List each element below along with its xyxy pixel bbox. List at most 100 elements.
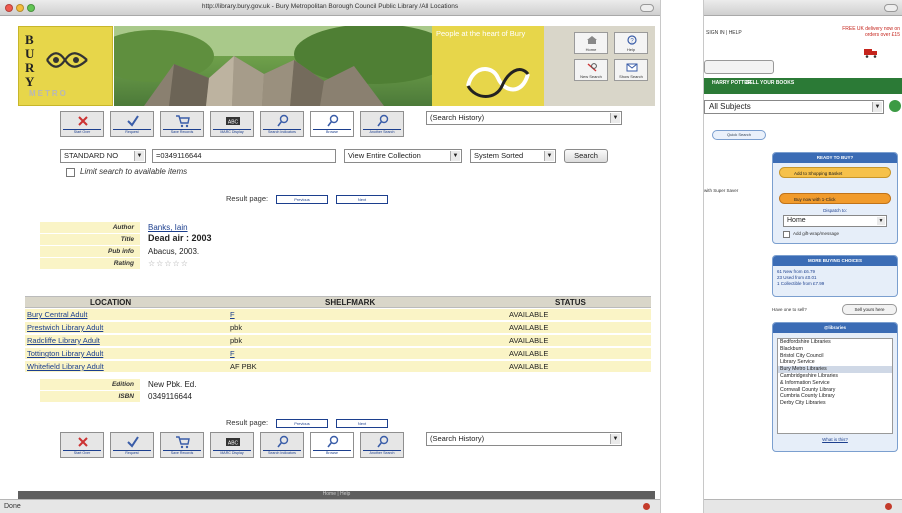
sort-select[interactable]: System Sorted ▼	[470, 149, 556, 163]
another-search-button[interactable]: Another Search	[360, 111, 404, 137]
magnifier-icon	[277, 114, 289, 127]
title-bar: http://library.bury.gov.uk - Bury Metrop…	[0, 0, 660, 16]
shelfmark-text: pbk	[230, 336, 243, 345]
toolbar-toggle-button[interactable]	[640, 4, 654, 12]
gift-wrap-checkbox[interactable]	[783, 231, 790, 238]
search-indicators-button[interactable]: Search Indicators	[260, 111, 304, 137]
collection-select[interactable]: View Entire Collection ▼	[344, 149, 462, 163]
record-title: Dead air : 2003	[148, 233, 212, 243]
author-link[interactable]: Banks, Iain	[148, 222, 188, 233]
email-icon	[626, 63, 638, 72]
list-item[interactable]: Bedfordshire Libraries	[778, 339, 892, 346]
home-button[interactable]: Home	[574, 32, 608, 54]
buy-now-button[interactable]: Buy now with 1-Click	[779, 193, 891, 204]
another-search-button-bottom[interactable]: Another Search	[360, 432, 404, 458]
list-item[interactable]: Library Service	[778, 359, 892, 366]
save-records-button-bottom[interactable]: Save Records	[160, 432, 204, 458]
request-button-bottom[interactable]: Request	[110, 432, 154, 458]
another-search-icon	[377, 435, 389, 448]
list-item[interactable]: Bristol City Council	[778, 353, 892, 360]
location-link[interactable]: Radcliffe Library Adult	[27, 336, 100, 345]
list-item[interactable]: Cumbria County Library	[778, 393, 892, 400]
shelfmark-link[interactable]: F	[230, 349, 235, 358]
category-bar: HARRY POTTER SELL YOUR BOOKS	[704, 78, 902, 94]
quick-search-button[interactable]: Quick Search	[712, 130, 766, 140]
browser-window-bookshop: SIGN IN | HELP FREE UK delivery now on o…	[703, 0, 902, 513]
shop-tab-strip[interactable]	[704, 60, 774, 74]
quick-nav-panel: Home ? Help New Search Show Search	[544, 26, 655, 106]
bury-logo[interactable]: B U R Y METRO	[18, 26, 113, 106]
start-over-icon	[78, 116, 88, 126]
limit-available-checkbox[interactable]	[66, 168, 75, 177]
help-icon: ?	[627, 35, 637, 45]
toolbar-toggle-button[interactable]	[884, 4, 898, 12]
browse-icon	[327, 435, 339, 448]
start-over-button-bottom[interactable]: Start Over	[60, 432, 104, 458]
add-to-basket-button[interactable]: Add to Shopping Basket	[779, 167, 891, 178]
shelfmark-text: pbk	[230, 323, 243, 332]
location-link[interactable]: Bury Central Adult	[27, 310, 87, 319]
search-input[interactable]: =0349116644	[152, 149, 336, 163]
sell-prompt-text: Have one to sell?	[772, 307, 807, 312]
slogan-text: People at the heart of Bury	[436, 29, 526, 38]
location-link[interactable]: Whitefield Library Adult	[27, 362, 104, 371]
footer-links[interactable]: Home | Help	[18, 491, 655, 497]
search-field-select[interactable]: STANDARD NO ▼	[60, 149, 146, 163]
libraries-panel: @libraries Bedfordshire Libraries Blackb…	[772, 322, 898, 452]
chevron-down-icon: ▼	[877, 217, 885, 225]
sculpture-image	[114, 26, 432, 106]
browser-window-library: http://library.bury.gov.uk - Bury Metrop…	[0, 0, 661, 513]
footer-bar: Home | Help	[18, 491, 655, 499]
request-button[interactable]: Request	[110, 111, 154, 137]
marc-display-button[interactable]: ABC MARC Display	[210, 111, 254, 137]
list-item[interactable]: & Information Service	[778, 380, 892, 387]
list-item[interactable]: Cornwall County Library	[778, 387, 892, 394]
marc-display-button-bottom[interactable]: ABC MARC Display	[210, 432, 254, 458]
gift-wrap-label: Add gift-wrap/message	[793, 231, 840, 236]
list-item-selected[interactable]: Bury Metro Libraries	[778, 366, 892, 373]
search-indicators-button-bottom[interactable]: Search Indicators	[260, 432, 304, 458]
tab-sell-books[interactable]: SELL YOUR BOOKS	[746, 80, 794, 86]
free-delivery-text: FREE UK delivery now on orders over £15	[842, 26, 900, 38]
list-item[interactable]: Cambridgeshire Libraries	[778, 373, 892, 380]
location-link[interactable]: Prestwich Library Adult	[27, 323, 103, 332]
show-search-button[interactable]: Show Search	[614, 59, 648, 81]
browse-button[interactable]: Browse	[310, 111, 354, 137]
edition-value: New Pbk. Ed.	[148, 380, 197, 389]
go-button[interactable]	[889, 100, 901, 112]
delivery-truck-icon	[864, 49, 877, 58]
title-label: Title	[40, 234, 140, 245]
list-item[interactable]: Derby City Libraries	[778, 400, 892, 407]
help-button[interactable]: ? Help	[614, 32, 648, 54]
sell-yours-button[interactable]: Sell yours here	[842, 304, 897, 315]
rating-stars[interactable]: ☆☆☆☆☆	[148, 258, 189, 269]
more-buying-heading: MORE BUYING CHOICES	[773, 256, 897, 266]
table-row: Prestwich Library Adult pbk AVAILABLE	[25, 322, 651, 334]
previous-page-button[interactable]: Previous	[276, 195, 328, 204]
browse-button-bottom[interactable]: Browse	[310, 432, 354, 458]
marc-icon: ABC	[226, 117, 240, 126]
choice-collectible-link[interactable]: 1 Collectible from £7.99	[777, 281, 824, 287]
next-page-button-bottom[interactable]: Next	[336, 419, 388, 428]
new-search-button[interactable]: New Search	[574, 59, 608, 81]
subject-select[interactable]: All Subjects ▼	[704, 100, 884, 114]
status-bar: Done	[0, 499, 660, 513]
save-records-button[interactable]: Save Records	[160, 111, 204, 137]
shelfmark-link[interactable]: F	[230, 310, 235, 319]
previous-page-button-bottom[interactable]: Previous	[276, 419, 328, 428]
search-history-select[interactable]: (Search History) ▼	[426, 111, 622, 125]
libraries-listbox[interactable]: Bedfordshire Libraries Blackburn Bristol…	[777, 338, 893, 434]
search-history-select-bottom[interactable]: (Search History) ▼	[426, 432, 622, 446]
next-page-button[interactable]: Next	[336, 195, 388, 204]
list-item[interactable]: Blackburn	[778, 346, 892, 353]
location-link[interactable]: Tottington Library Adult	[27, 349, 103, 358]
col-status: STATUS	[555, 298, 586, 307]
dispatch-select[interactable]: Home ▼	[783, 215, 887, 227]
start-over-button[interactable]: Start Over	[60, 111, 104, 137]
search-button[interactable]: Search	[564, 149, 608, 163]
chevron-down-icon: ▼	[610, 434, 620, 444]
status-text: AVAILABLE	[509, 349, 549, 358]
sign-in-links[interactable]: SIGN IN | HELP	[706, 30, 742, 36]
cart-icon	[176, 436, 190, 449]
what-is-this-link[interactable]: What is this?	[773, 437, 897, 442]
